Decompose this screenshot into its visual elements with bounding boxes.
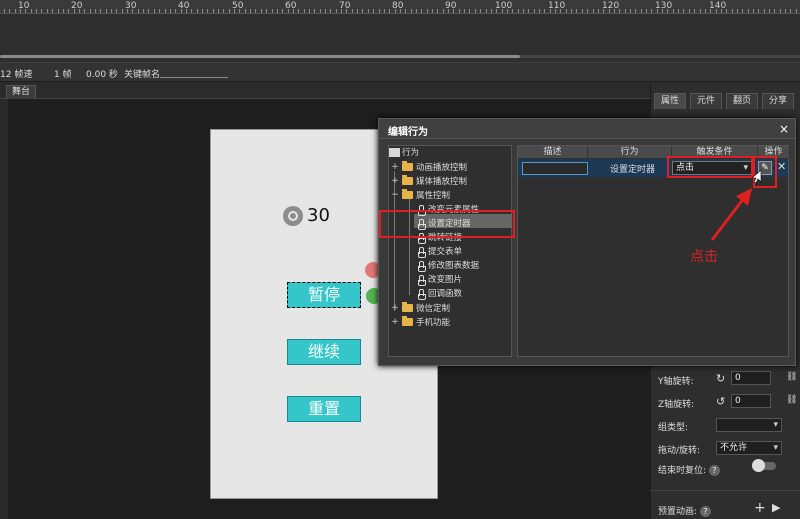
annotation-arrow xyxy=(710,169,762,241)
annotation-label: 点击 xyxy=(690,249,718,265)
